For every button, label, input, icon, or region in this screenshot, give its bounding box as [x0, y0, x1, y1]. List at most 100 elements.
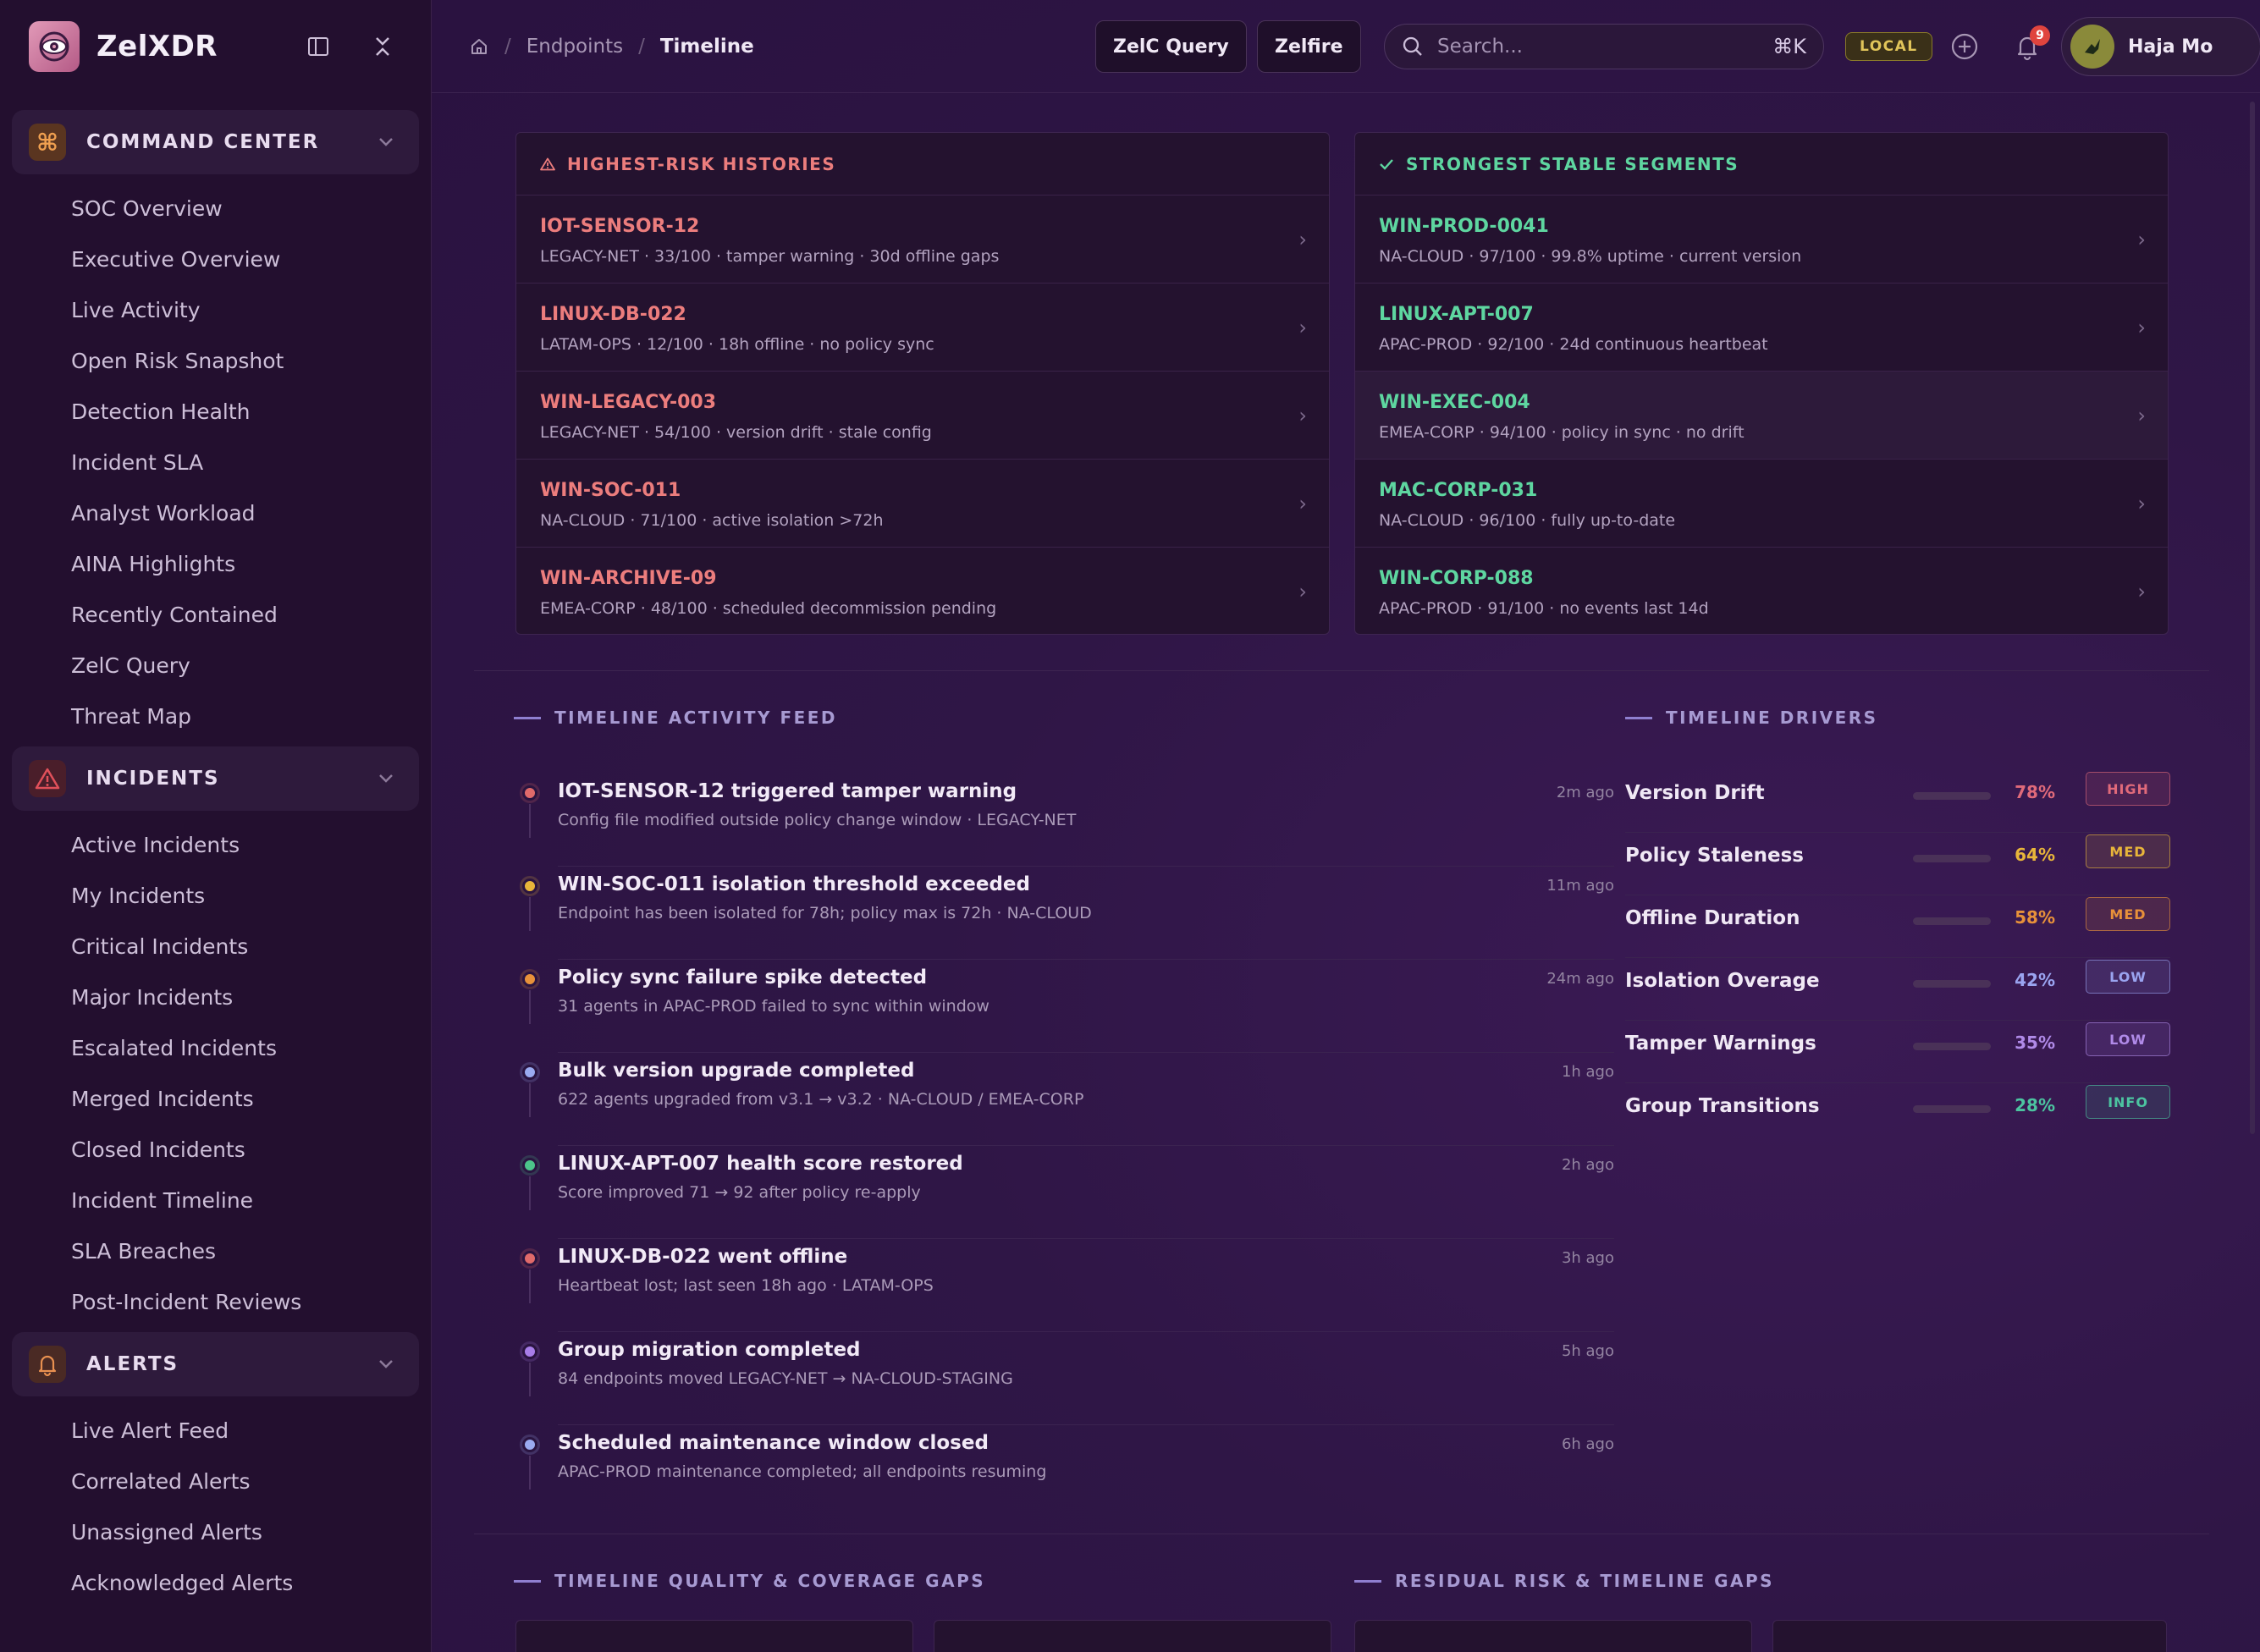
- search-icon: [1402, 36, 1424, 58]
- nav-item[interactable]: My Incidents: [0, 870, 431, 921]
- host-name: WIN-CORP-088: [1379, 568, 1534, 589]
- nav-item[interactable]: Open Risk Snapshot: [0, 335, 431, 386]
- feed-item-subtitle: Endpoint has been isolated for 78h; poli…: [558, 904, 1092, 922]
- nav-item[interactable]: Closed Incidents: [0, 1124, 431, 1175]
- feed-item[interactable]: Group migration completed 84 endpoints m…: [514, 1332, 1614, 1425]
- zelfire-button[interactable]: Zelfire: [1257, 20, 1361, 73]
- risk-row[interactable]: LINUX-DB-022 LATAM-OPS · 12/100 · 18h of…: [516, 284, 1329, 372]
- stable-row[interactable]: WIN-CORP-088 APAC-PROD · 91/100 · no eve…: [1355, 548, 2168, 634]
- feed-item[interactable]: IOT-SENSOR-12 triggered tamper warning C…: [514, 774, 1614, 867]
- host-meta: APAC-PROD · 92/100 · 24d continuous hear…: [1379, 335, 1768, 354]
- nav-item[interactable]: Executive Overview: [0, 234, 431, 284]
- nav-item[interactable]: Active Incidents: [0, 819, 431, 870]
- feed-item-time: 2h ago: [1561, 1156, 1614, 1174]
- driver-row[interactable]: Offline Duration 58% MED: [1625, 895, 2170, 958]
- feed-item[interactable]: LINUX-DB-022 went offline Heartbeat lost…: [514, 1239, 1614, 1332]
- feed-item-time: 5h ago: [1561, 1342, 1614, 1360]
- zelc-query-button[interactable]: ZelC Query: [1095, 20, 1247, 73]
- section-divider: [474, 670, 2209, 671]
- notification-bell-icon[interactable]: 9: [2011, 25, 2050, 63]
- feed-item[interactable]: Scheduled maintenance window closed APAC…: [514, 1425, 1614, 1518]
- nav-item[interactable]: Recently Contained: [0, 589, 431, 640]
- risk-row[interactable]: WIN-LEGACY-003 LEGACY-NET · 54/100 · ver…: [516, 372, 1329, 460]
- nav-item[interactable]: Detection Health: [0, 386, 431, 437]
- nav-item[interactable]: SOC Overview: [0, 183, 431, 234]
- driver-row[interactable]: Group Transitions 28% INFO: [1625, 1083, 2170, 1146]
- risk-row[interactable]: WIN-SOC-011 NA-CLOUD · 71/100 · active i…: [516, 460, 1329, 548]
- stable-row[interactable]: WIN-PROD-0041 NA-CLOUD · 97/100 · 99.8% …: [1355, 195, 2168, 284]
- breadcrumb-item[interactable]: Endpoints: [526, 36, 623, 58]
- host-name: LINUX-DB-022: [540, 304, 686, 325]
- collapse-icon[interactable]: [368, 32, 397, 61]
- nav-item[interactable]: Live Alert Feed: [0, 1405, 431, 1456]
- chevron-right-icon: ›: [2137, 228, 2146, 251]
- highest-risk-panel: HIGHEST-RISK HISTORIES IOT-SENSOR-12 LEG…: [515, 132, 1330, 635]
- nav-item[interactable]: Merged Incidents: [0, 1073, 431, 1124]
- nav-item[interactable]: Analyst Workload: [0, 487, 431, 538]
- nav-item[interactable]: AINA Highlights: [0, 538, 431, 589]
- nav-item[interactable]: Live Activity: [0, 284, 431, 335]
- driver-name: Tamper Warnings: [1625, 1032, 1816, 1055]
- chevron-down-icon[interactable]: [377, 1354, 395, 1376]
- nav-item[interactable]: Incident SLA: [0, 437, 431, 487]
- search-input[interactable]: Search... ⌘K: [1384, 24, 1824, 69]
- nav-item[interactable]: Critical Incidents: [0, 921, 431, 972]
- chevron-down-icon[interactable]: [377, 768, 395, 790]
- brand-actions: [304, 32, 397, 61]
- add-circle-icon[interactable]: [1949, 30, 1981, 63]
- driver-row[interactable]: Isolation Overage 42% LOW: [1625, 958, 2170, 1021]
- nav-item[interactable]: Escalated Incidents: [0, 1022, 431, 1073]
- host-name: LINUX-APT-007: [1379, 304, 1534, 325]
- breadcrumb: / Endpoints / Timeline: [469, 36, 754, 58]
- brand-logo-icon[interactable]: [29, 21, 80, 72]
- home-icon[interactable]: [469, 36, 489, 57]
- nav-list-incidents: Active Incidents My Incidents Critical I…: [0, 811, 431, 1327]
- risk-row[interactable]: IOT-SENSOR-12 LEGACY-NET · 33/100 · tamp…: [516, 195, 1329, 284]
- feed-item[interactable]: Bulk version upgrade completed 622 agent…: [514, 1053, 1614, 1146]
- host-name: WIN-ARCHIVE-09: [540, 568, 717, 589]
- nav-item[interactable]: Unassigned Alerts: [0, 1506, 431, 1557]
- main-scrollbar[interactable]: [2250, 102, 2255, 1134]
- driver-row[interactable]: Policy Staleness 64% MED: [1625, 833, 2170, 895]
- driver-row[interactable]: Version Drift 78% HIGH: [1625, 770, 2170, 833]
- driver-name: Policy Staleness: [1625, 845, 1804, 867]
- feed-item-time: 2m ago: [1556, 784, 1614, 801]
- chevron-down-icon[interactable]: [377, 132, 395, 154]
- nav-section-command-center[interactable]: ⌘ COMMAND CENTER: [12, 110, 419, 174]
- risk-row[interactable]: WIN-ARCHIVE-09 EMEA-CORP · 48/100 · sche…: [516, 548, 1329, 634]
- nav-item[interactable]: Incident Timeline: [0, 1175, 431, 1225]
- driver-percent: 58%: [2015, 907, 2055, 928]
- driver-percent: 35%: [2015, 1032, 2055, 1053]
- host-name: WIN-EXEC-004: [1379, 392, 1530, 413]
- feed-item-subtitle: Heartbeat lost; last seen 18h ago · LATA…: [558, 1276, 934, 1295]
- nav-item[interactable]: ZelC Query: [0, 640, 431, 691]
- timeline-connector: [529, 804, 531, 838]
- nav-item[interactable]: Major Incidents: [0, 972, 431, 1022]
- nav-item[interactable]: Correlated Alerts: [0, 1456, 431, 1506]
- nav-item[interactable]: Acknowledged Alerts: [0, 1557, 431, 1608]
- stable-row[interactable]: MAC-CORP-031 NA-CLOUD · 96/100 · fully u…: [1355, 460, 2168, 548]
- brand-header: ZelXDR: [0, 0, 431, 93]
- user-menu[interactable]: Haja Mo: [2061, 17, 2260, 76]
- nav-item[interactable]: Threat Map: [0, 691, 431, 741]
- sidebar-toggle-icon[interactable]: [304, 32, 333, 61]
- driver-row[interactable]: Tamper Warnings 35% LOW: [1625, 1021, 2170, 1083]
- timeline-connector: [529, 1269, 531, 1303]
- stable-row[interactable]: WIN-EXEC-004 EMEA-CORP · 94/100 · policy…: [1355, 372, 2168, 460]
- nav-item[interactable]: SLA Breaches: [0, 1225, 431, 1276]
- feed-item[interactable]: Policy sync failure spike detected 31 ag…: [514, 960, 1614, 1053]
- title-accent-bar: [514, 716, 541, 719]
- feed-item[interactable]: WIN-SOC-011 isolation threshold exceeded…: [514, 867, 1614, 960]
- nav-section-incidents[interactable]: INCIDENTS: [12, 746, 419, 811]
- driver-percent: 78%: [2015, 782, 2055, 802]
- host-meta: APAC-PROD · 91/100 · no events last 14d: [1379, 599, 1709, 618]
- chevron-right-icon: ›: [2137, 580, 2146, 603]
- warning-triangle-icon: [29, 760, 66, 797]
- feed-item-subtitle: 84 endpoints moved LEGACY-NET → NA-CLOUD…: [558, 1369, 1013, 1388]
- nav-section-alerts[interactable]: ALERTS: [12, 1332, 419, 1396]
- nav-item[interactable]: Post-Incident Reviews: [0, 1276, 431, 1327]
- stable-row[interactable]: LINUX-APT-007 APAC-PROD · 92/100 · 24d c…: [1355, 284, 2168, 372]
- host-name: MAC-CORP-031: [1379, 480, 1538, 501]
- feed-item[interactable]: LINUX-APT-007 health score restored Scor…: [514, 1146, 1614, 1239]
- notification-count-badge: 9: [2030, 25, 2050, 46]
